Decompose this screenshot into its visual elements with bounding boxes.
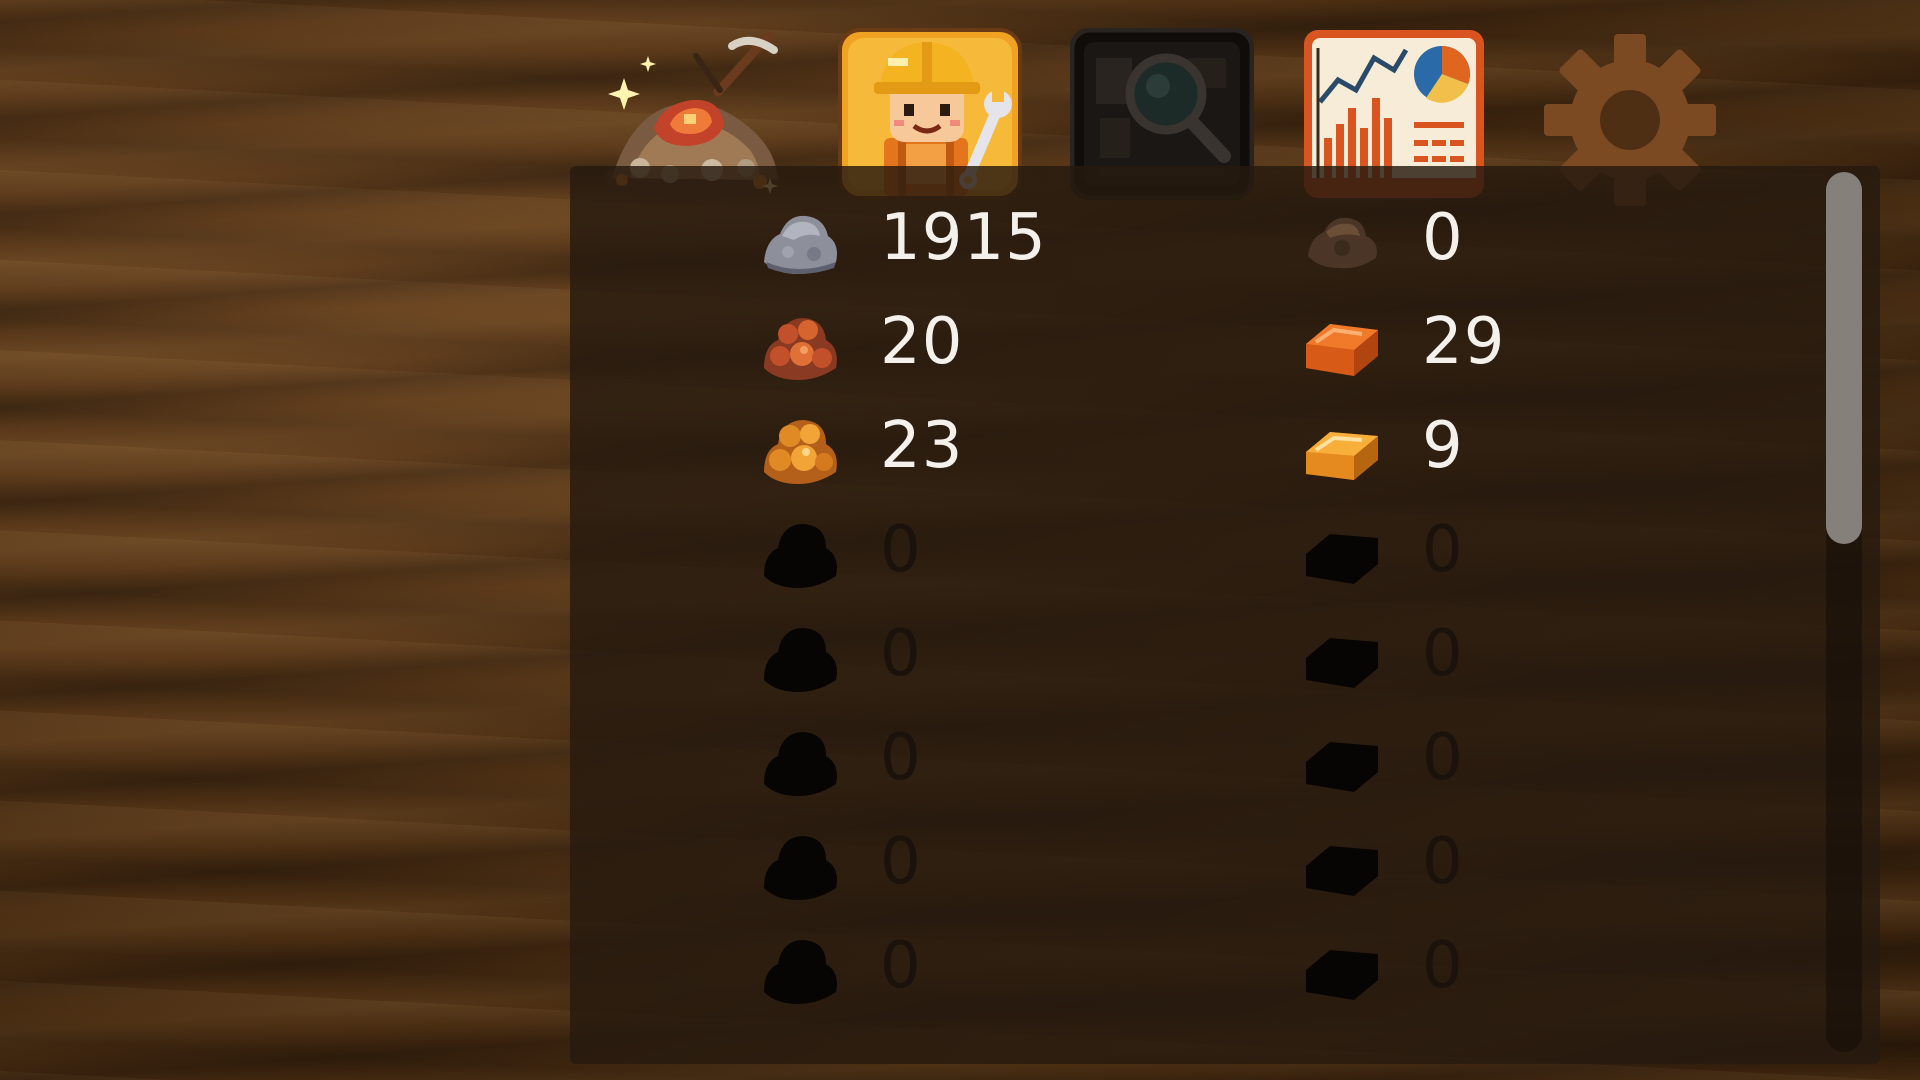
item-count: 1915 bbox=[880, 201, 1047, 275]
item-count: 0 bbox=[880, 929, 922, 1003]
locked-ore-icon bbox=[758, 820, 842, 904]
item-count: 0 bbox=[880, 513, 922, 587]
locked-ore-icon bbox=[758, 924, 842, 1008]
locked-ore-icon bbox=[758, 508, 842, 592]
inventory-row-locked-bar: 0 bbox=[1300, 810, 1505, 914]
stone-ore-icon bbox=[758, 196, 842, 280]
locked-bar-icon bbox=[1300, 612, 1384, 696]
inventory-row-locked-bar: 0 bbox=[1300, 706, 1505, 810]
item-count: 20 bbox=[880, 305, 964, 379]
item-count: 0 bbox=[1422, 513, 1464, 587]
item-count: 0 bbox=[880, 617, 922, 691]
locked-bar-icon bbox=[1300, 716, 1384, 800]
inventory-row-locked-ore: 0 bbox=[758, 914, 1047, 1018]
locked-bar-icon bbox=[1300, 508, 1384, 592]
item-count: 9 bbox=[1422, 409, 1464, 483]
item-count: 0 bbox=[1422, 721, 1464, 795]
gold-ore-icon bbox=[758, 404, 842, 488]
inventory-row-locked-bar: 0 bbox=[1300, 498, 1505, 602]
inventory-row-locked-ore: 0 bbox=[758, 602, 1047, 706]
item-count: 0 bbox=[880, 721, 922, 795]
inventory-row-copper-ore: 20 bbox=[758, 290, 1047, 394]
copper-bar-icon bbox=[1300, 300, 1384, 384]
locked-bar-icon bbox=[1300, 820, 1384, 904]
inventory-row-locked-ore: 0 bbox=[758, 498, 1047, 602]
locked-bar-icon bbox=[1300, 924, 1384, 1008]
ores-column: 1915 20 23 0 0 0 0 0 bbox=[758, 186, 1047, 1018]
stone-brick-icon bbox=[1300, 196, 1384, 280]
scrollbar-thumb[interactable] bbox=[1826, 172, 1862, 544]
inventory-row-gold-bar: 9 bbox=[1300, 394, 1505, 498]
inventory-row-locked-ore: 0 bbox=[758, 706, 1047, 810]
item-count: 0 bbox=[1422, 201, 1464, 275]
inventory-panel: 1915 20 23 0 0 0 0 0 0 29 9 0 0 0 0 0 bbox=[570, 166, 1880, 1064]
item-count: 0 bbox=[880, 825, 922, 899]
inventory-row-copper-bar: 29 bbox=[1300, 290, 1505, 394]
inventory-row-locked-bar: 0 bbox=[1300, 602, 1505, 706]
item-count: 0 bbox=[1422, 929, 1464, 1003]
gold-bar-icon bbox=[1300, 404, 1384, 488]
inventory-row-gold-ore: 23 bbox=[758, 394, 1047, 498]
inventory-row-locked-ore: 0 bbox=[758, 810, 1047, 914]
inventory-row-stone-ore: 1915 bbox=[758, 186, 1047, 290]
locked-ore-icon bbox=[758, 716, 842, 800]
item-count: 29 bbox=[1422, 305, 1506, 379]
inventory-row-locked-bar: 0 bbox=[1300, 914, 1505, 1018]
bars-column: 0 29 9 0 0 0 0 0 bbox=[1300, 186, 1505, 1018]
locked-ore-icon bbox=[758, 612, 842, 696]
item-count: 23 bbox=[880, 409, 964, 483]
copper-ore-icon bbox=[758, 300, 842, 384]
inventory-scrollbar[interactable] bbox=[1826, 172, 1862, 1052]
inventory-row-stone-brick: 0 bbox=[1300, 186, 1505, 290]
item-count: 0 bbox=[1422, 617, 1464, 691]
item-count: 0 bbox=[1422, 825, 1464, 899]
